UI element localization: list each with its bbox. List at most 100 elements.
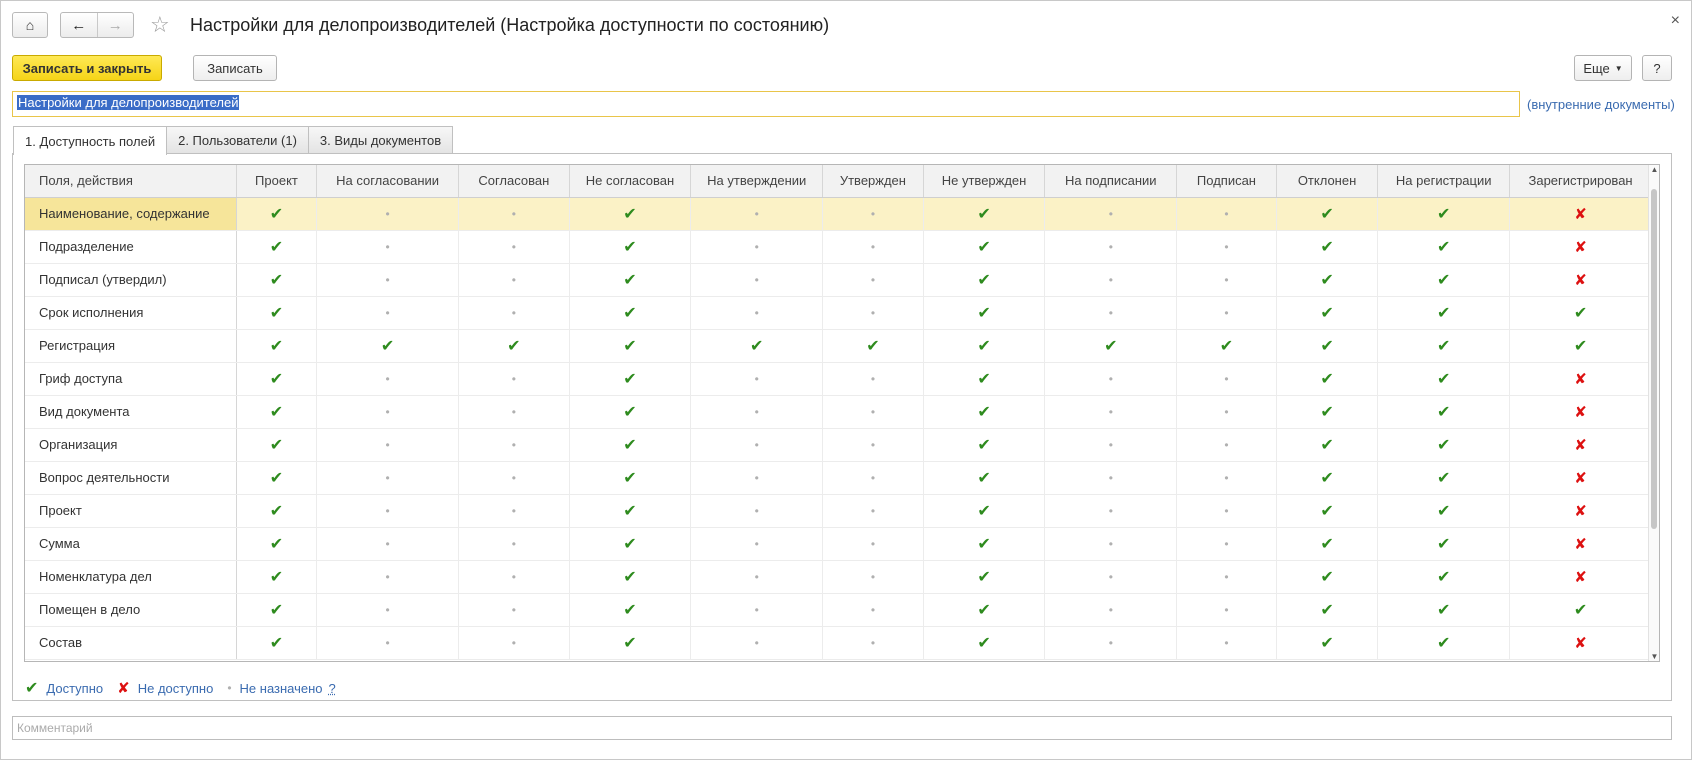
availability-cell[interactable]: ✔ [1276,329,1379,363]
availability-cell[interactable]: ✔ [236,395,318,429]
column-header[interactable]: Не утвержден [923,165,1046,198]
field-name-cell[interactable]: Срок исполнения [25,296,237,330]
availability-cell[interactable]: • [690,527,824,561]
availability-cell[interactable]: • [1176,230,1277,264]
availability-cell[interactable]: ✔ [1276,494,1379,528]
table-row[interactable]: Сумма ✔ • • ✔ • • ✔ • • ✔ ✔ ✘ [25,527,1652,561]
availability-cell[interactable]: • [822,296,924,330]
availability-cell[interactable]: • [690,626,824,660]
availability-cell[interactable]: • [458,296,570,330]
field-name-cell[interactable]: Подписал (утвердил) [25,263,237,297]
availability-cell[interactable]: • [316,263,460,297]
availability-cell[interactable]: ✔ [923,296,1046,330]
table-row[interactable]: Срок исполнения ✔ • • ✔ • • ✔ • • ✔ ✔ ✔ [25,296,1652,330]
availability-cell[interactable]: • [1176,593,1277,627]
availability-cell[interactable]: ✔ [1377,626,1511,660]
availability-cell[interactable]: • [458,593,570,627]
table-row[interactable]: Проект ✔ • • ✔ • • ✔ • • ✔ ✔ ✘ [25,494,1652,528]
legend-unassigned[interactable]: Не назначено [240,681,323,696]
availability-cell[interactable]: • [316,296,460,330]
availability-cell[interactable]: • [822,197,924,231]
table-row[interactable]: Вопрос деятельности ✔ • • ✔ • • ✔ • • ✔ ✔ ✘ [25,461,1652,495]
field-name-cell[interactable]: Сумма [25,527,237,561]
availability-cell[interactable]: ✘ [1509,230,1652,264]
availability-cell[interactable]: ✔ [569,593,692,627]
availability-cell[interactable]: ✔ [236,296,318,330]
availability-cell[interactable]: • [1176,428,1277,462]
availability-cell[interactable]: • [1176,197,1277,231]
availability-cell[interactable]: ✔ [1276,362,1379,396]
availability-cell[interactable]: ✔ [1276,626,1379,660]
help-button[interactable]: ? [1642,55,1672,81]
availability-cell[interactable]: ✘ [1509,494,1652,528]
availability-cell[interactable]: • [822,527,924,561]
forward-arrow-icon[interactable]: → [98,13,134,37]
availability-cell[interactable]: ✔ [1276,593,1379,627]
availability-cell[interactable]: • [1176,494,1277,528]
field-name-cell[interactable]: Подразделение [25,230,237,264]
availability-cell[interactable]: • [690,296,824,330]
scroll-thumb[interactable] [1651,189,1657,529]
availability-cell[interactable]: • [1044,527,1178,561]
availability-cell[interactable]: ✔ [1276,296,1379,330]
field-name-cell[interactable]: Проект [25,494,237,528]
field-name-cell[interactable]: Организация [25,428,237,462]
availability-cell[interactable]: ✔ [1276,197,1379,231]
tab-users[interactable]: 2. Пользователи (1) [166,126,309,154]
availability-cell[interactable]: • [1044,362,1178,396]
availability-cell[interactable]: ✔ [923,593,1046,627]
availability-cell[interactable]: • [822,560,924,594]
availability-cell[interactable]: • [1044,428,1178,462]
availability-cell[interactable]: ✔ [923,329,1046,363]
availability-cell[interactable]: ✔ [569,560,692,594]
availability-cell[interactable]: ✔ [1276,461,1379,495]
availability-cell[interactable]: ✔ [236,362,318,396]
column-header[interactable]: Отклонен [1276,165,1379,198]
availability-cell[interactable]: • [690,395,824,429]
availability-cell[interactable]: • [1044,230,1178,264]
comment-field[interactable]: Комментарий [12,716,1672,740]
availability-cell[interactable]: ✘ [1509,527,1652,561]
availability-cell[interactable]: ✘ [1509,197,1652,231]
availability-cell[interactable]: • [458,428,570,462]
availability-cell[interactable]: ✔ [236,263,318,297]
legend-help-link[interactable]: ? [329,681,336,696]
availability-cell[interactable]: ✔ [923,494,1046,528]
availability-cell[interactable]: • [690,428,824,462]
availability-cell[interactable]: • [1044,593,1178,627]
availability-cell[interactable]: ✔ [569,197,692,231]
availability-cell[interactable]: ✔ [1176,329,1277,363]
legend-available[interactable]: Доступно [46,681,103,696]
availability-cell[interactable]: • [822,494,924,528]
availability-cell[interactable]: ✔ [236,230,318,264]
availability-cell[interactable]: • [822,626,924,660]
availability-cell[interactable]: ✔ [1377,494,1511,528]
table-row[interactable]: Подписал (утвердил) ✔ • • ✔ • • ✔ • • ✔ ✔ ✘ [25,263,1652,297]
vertical-scrollbar[interactable]: ▲ ▼ [1648,165,1659,661]
availability-cell[interactable]: • [458,362,570,396]
availability-cell[interactable]: • [458,494,570,528]
availability-cell[interactable]: ✔ [1509,329,1652,363]
availability-cell[interactable]: • [316,197,460,231]
column-header[interactable]: На согласовании [316,165,460,198]
availability-cell[interactable]: ✔ [1276,230,1379,264]
availability-cell[interactable]: ✘ [1509,428,1652,462]
availability-cell[interactable]: ✔ [236,593,318,627]
availability-cell[interactable]: • [690,263,824,297]
availability-cell[interactable]: ✔ [1377,428,1511,462]
availability-cell[interactable]: ✔ [569,494,692,528]
availability-cell[interactable]: ✔ [1377,593,1511,627]
availability-cell[interactable]: ✔ [923,263,1046,297]
availability-cell[interactable]: • [690,461,824,495]
availability-cell[interactable]: ✔ [569,527,692,561]
availability-cell[interactable]: • [316,461,460,495]
availability-cell[interactable]: ✔ [690,329,824,363]
table-row[interactable]: Регистрация ✔ ✔ ✔ ✔ ✔ ✔ ✔ ✔ ✔ ✔ ✔ ✔ [25,329,1652,363]
availability-cell[interactable]: ✔ [923,197,1046,231]
availability-cell[interactable]: ✔ [236,197,318,231]
tab-document-types[interactable]: 3. Виды документов [307,126,454,154]
availability-cell[interactable]: • [1176,395,1277,429]
table-row[interactable]: Подразделение ✔ • • ✔ • • ✔ • • ✔ ✔ ✘ [25,230,1652,264]
availability-cell[interactable]: ✘ [1509,263,1652,297]
availability-cell[interactable]: ✔ [569,329,692,363]
